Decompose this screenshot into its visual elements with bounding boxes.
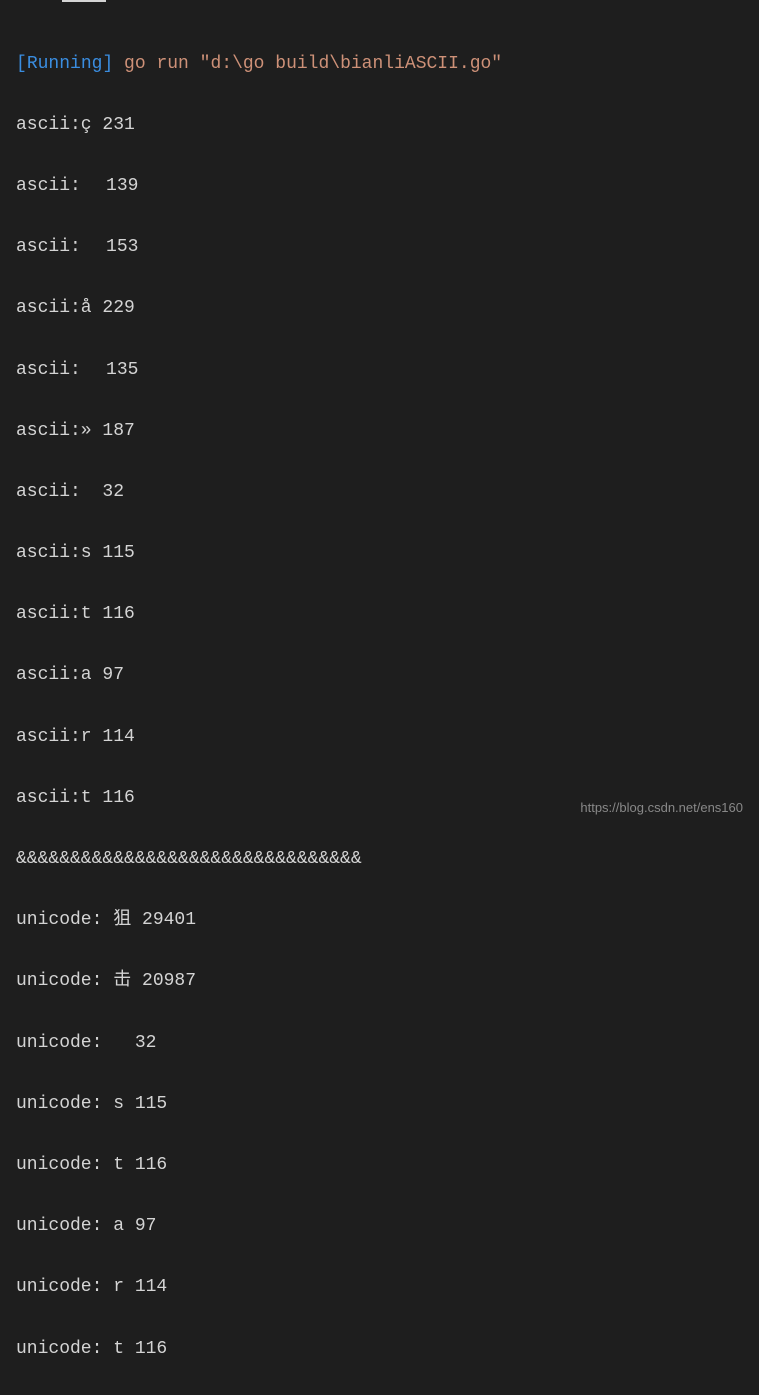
ascii-line: ascii: 139 [16,171,743,202]
ascii-line: ascii:a 97 [16,660,743,691]
bracket-close: ] [102,54,124,74]
tab-indicator [62,0,106,2]
terminal-output: [Running] go run "d:\go build\bianliASCI… [16,18,743,1395]
unicode-line: unicode: r 114 [16,1272,743,1303]
watermark-text: https://blog.csdn.net/ens160 [580,797,743,819]
ascii-line: ascii:r 114 [16,722,743,753]
ascii-line: ascii:» 187 [16,416,743,447]
separator-line: &&&&&&&&&&&&&&&&&&&&&&&&&&&&&&&& [16,844,743,875]
ascii-line: ascii:ç 231 [16,110,743,141]
unicode-line: unicode: s 115 [16,1089,743,1120]
unicode-line: unicode: 32 [16,1028,743,1059]
ascii-line: ascii: 153 [16,232,743,263]
run-command-line: [Running] go run "d:\go build\bianliASCI… [16,49,743,80]
ascii-line: ascii:å 229 [16,293,743,324]
unicode-line: unicode: t 116 [16,1334,743,1365]
bracket-open: [ [16,54,27,74]
unicode-line: unicode: a 97 [16,1211,743,1242]
ascii-line: ascii:s 115 [16,538,743,569]
unicode-line: unicode: 狙 29401 [16,905,743,936]
ascii-line: ascii:t 116 [16,599,743,630]
ascii-line: ascii: 135 [16,355,743,386]
unicode-line: unicode: t 116 [16,1150,743,1181]
command-text: go run "d:\go build\bianliASCII.go" [124,54,502,74]
unicode-line: unicode: 击 20987 [16,966,743,997]
ascii-line: ascii: 32 [16,477,743,508]
running-label: Running [27,54,103,74]
